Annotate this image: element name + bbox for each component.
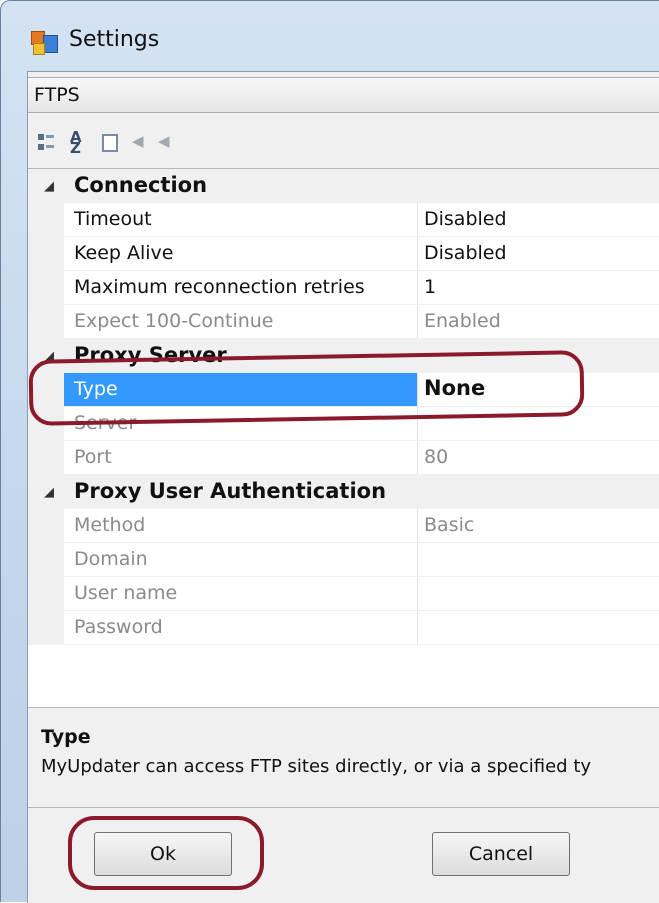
events-icon: ◀ [132,132,144,150]
cancel-button[interactable]: Cancel [432,832,570,876]
title-bar[interactable]: Settings [1,1,659,71]
property-row-password[interactable]: Password [28,611,659,645]
property-row-expect-100[interactable]: Expect 100-Continue Enabled [28,305,659,339]
property-name: Port [74,446,112,468]
annotation-circle-ok [68,816,264,890]
property-name: Method [74,514,146,536]
property-value[interactable]: Disabled [424,208,507,230]
property-name: Expect 100-Continue [74,310,274,332]
property-row-domain[interactable]: Domain [28,543,659,577]
collapse-triangle-icon[interactable]: ◢ [44,485,54,500]
category-connection[interactable]: ◢ Connection [28,169,659,203]
property-grid: ◢ Connection Timeout Disabled Keep Alive… [28,168,659,708]
property-name: Timeout [74,208,152,230]
app-icon [31,31,58,55]
combo-selected-value: FTPS [34,84,80,106]
categorized-icon[interactable] [38,132,60,154]
property-value[interactable]: Disabled [424,242,507,264]
description-panel: Type MyUpdater can access FTP sites dire… [28,712,659,808]
property-value[interactable]: 1 [424,276,436,298]
property-value[interactable]: Enabled [424,310,501,332]
annotation-circle-type [28,350,585,426]
category-label: Connection [74,173,208,197]
property-row-method[interactable]: Method Basic [28,509,659,543]
property-row-timeout[interactable]: Timeout Disabled [28,203,659,237]
client-area: FTPS AZ ◀ ◀ ◢ Connection Timeout Disable… [27,71,659,903]
collapse-triangle-icon[interactable]: ◢ [44,179,54,194]
property-name: Domain [74,548,148,570]
window-title: Settings [69,27,160,52]
property-row-port[interactable]: Port 80 [28,441,659,475]
property-value[interactable]: Basic [424,514,474,536]
property-name: Maximum reconnection retries [74,276,365,298]
category-label: Proxy User Authentication [74,479,387,503]
description-text: MyUpdater can access FTP sites directly,… [41,756,592,777]
events-alt-icon: ◀ [158,132,170,150]
property-row-keep-alive[interactable]: Keep Alive Disabled [28,237,659,271]
description-title: Type [41,726,91,748]
alphabetical-icon[interactable]: AZ [70,130,92,156]
settings-window: Settings FTPS AZ ◀ ◀ ◢ Connection Timeou… [0,0,659,903]
property-pages-icon[interactable] [102,134,118,152]
property-name: Password [74,616,163,638]
property-grid-toolbar: AZ ◀ ◀ [28,120,659,164]
property-name: Keep Alive [74,242,174,264]
category-proxy-user-authentication[interactable]: ◢ Proxy User Authentication [28,475,659,509]
property-row-user-name[interactable]: User name [28,577,659,611]
property-name: User name [74,582,178,604]
object-selector-combo[interactable]: FTPS [28,77,659,113]
property-row-max-retries[interactable]: Maximum reconnection retries 1 [28,271,659,305]
property-value[interactable]: 80 [424,446,448,468]
